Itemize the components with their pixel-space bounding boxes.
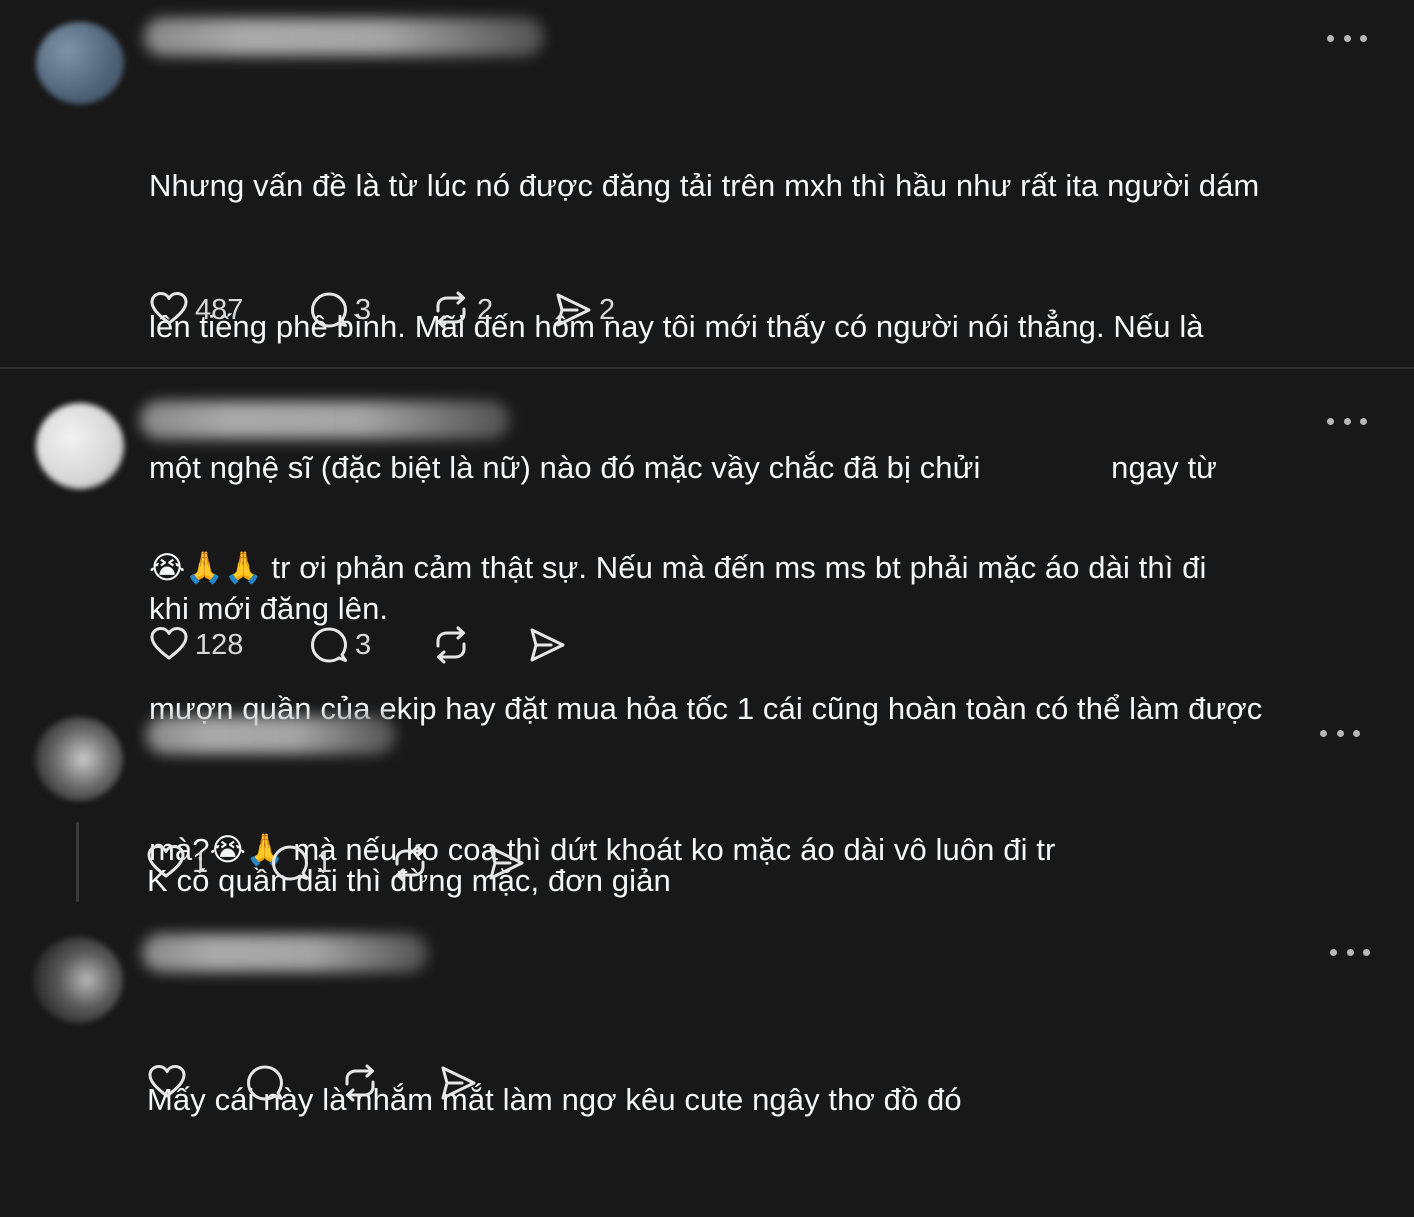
more-icon[interactable] [1327, 32, 1367, 44]
share-icon [527, 625, 567, 665]
username-blurred[interactable] [142, 934, 428, 972]
like-button[interactable] [147, 1063, 245, 1103]
heart-icon [149, 290, 189, 330]
repost-button[interactable] [431, 625, 527, 665]
share-icon [438, 1063, 478, 1103]
reply-count: 3 [355, 628, 372, 661]
username-blurred[interactable] [140, 401, 510, 439]
action-bar: 128 3 [149, 623, 567, 667]
like-button[interactable]: 1 [146, 843, 270, 883]
comment-icon [309, 290, 349, 330]
comment-icon [270, 843, 310, 883]
more-icon[interactable] [1320, 727, 1360, 739]
like-button[interactable]: 128 [149, 625, 309, 665]
like-count: 1 [192, 846, 209, 879]
repost-icon [340, 1063, 380, 1103]
like-count: 128 [195, 628, 244, 661]
reply-count: 1 [316, 846, 333, 879]
action-bar: 1 1 [146, 841, 526, 885]
more-icon[interactable] [1327, 415, 1367, 427]
post-text-line: 😭🙏🙏 tr ơi phản cảm thật sự. Nếu mà đến m… [149, 550, 1207, 585]
avatar[interactable] [36, 22, 124, 104]
reply-button[interactable] [245, 1063, 340, 1103]
avatar[interactable] [33, 937, 123, 1023]
share-count: 2 [599, 293, 616, 326]
share-button[interactable] [486, 843, 526, 883]
like-button[interactable]: 487 [149, 290, 309, 330]
repost-button[interactable] [340, 1063, 438, 1103]
repost-count: 2 [477, 293, 494, 326]
username-blurred[interactable] [144, 18, 544, 56]
comment-icon [309, 625, 349, 665]
reply-button[interactable]: 1 [270, 843, 390, 883]
post-3: K có quần dài thì đừng mặc, đơn giản 1 1 [0, 700, 1414, 920]
repost-button[interactable] [390, 843, 486, 883]
repost-button[interactable]: 2 [431, 290, 553, 330]
heart-icon [149, 625, 189, 665]
heart-icon [147, 1063, 187, 1103]
avatar[interactable] [36, 403, 124, 489]
username-blurred[interactable] [146, 716, 396, 754]
thread-line [76, 822, 79, 902]
action-bar [147, 1061, 478, 1105]
avatar[interactable] [35, 717, 123, 801]
action-bar: 487 3 2 2 [149, 288, 615, 332]
post-text-line: Nhưng vấn đề là từ lúc nó được đăng tải … [149, 168, 1260, 203]
like-count: 487 [195, 293, 244, 326]
share-icon [553, 290, 593, 330]
repost-icon [390, 843, 430, 883]
share-button[interactable] [527, 625, 567, 665]
post-4: Mấy cái này là nhắm mắt làm ngơ kêu cute… [0, 920, 1414, 1126]
repost-icon [431, 290, 471, 330]
reply-button[interactable]: 3 [309, 625, 431, 665]
share-button[interactable] [438, 1063, 478, 1103]
post-1: Nhưng vấn đề là từ lúc nó được đăng tải … [0, 0, 1414, 626]
post-2: 😭🙏🙏 tr ơi phản cảm thật sự. Nếu mà đến m… [0, 369, 1414, 867]
share-icon [486, 843, 526, 883]
repost-icon [431, 625, 471, 665]
more-icon[interactable] [1330, 946, 1370, 958]
heart-icon [146, 843, 186, 883]
share-button[interactable]: 2 [553, 290, 615, 330]
reply-count: 3 [355, 293, 372, 326]
reply-button[interactable]: 3 [309, 290, 431, 330]
comment-icon [245, 1063, 285, 1103]
